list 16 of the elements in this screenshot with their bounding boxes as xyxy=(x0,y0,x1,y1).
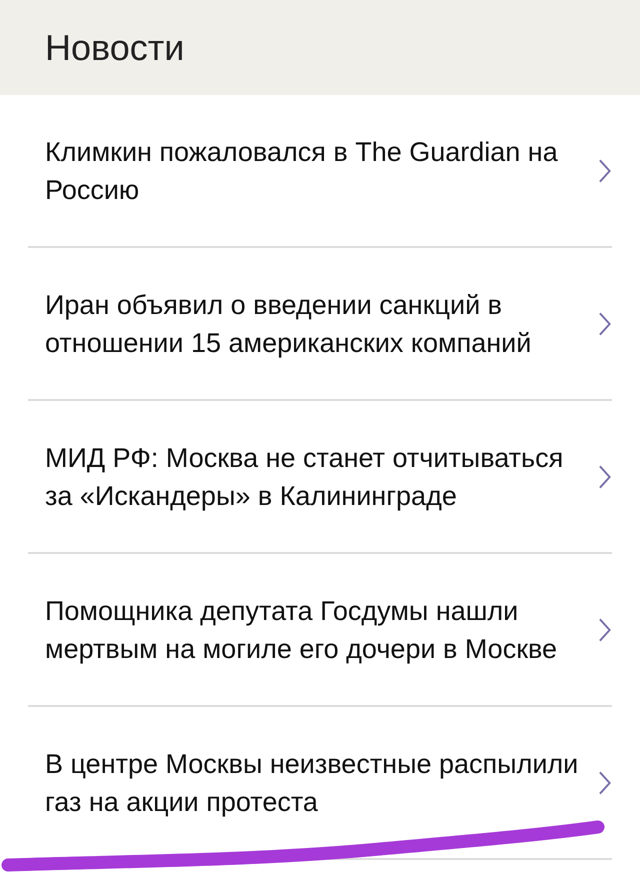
chevron-right-icon xyxy=(598,310,612,336)
news-title: В центре Москвы неизвестные распылили газ на акции протеста xyxy=(45,748,580,819)
chevron-right-icon xyxy=(598,158,612,184)
news-item[interactable]: Иран объявил о введении санкций в отношении 15 американских компаний xyxy=(28,248,612,401)
news-title: Климкин пожаловался в The Guardian на Россию xyxy=(45,136,559,206)
news-item[interactable]: МИД РФ: Москва не станет отчитываться за «Искандеры» в Калининграде xyxy=(28,401,612,554)
news-title: Помощника депутата Госдумы нашли мертвым на могиле его дочери в Москве xyxy=(45,594,558,666)
chevron-right-icon xyxy=(598,770,612,796)
news-item[interactable]: Климкин пожаловался в The Guardian на Россию xyxy=(28,95,612,248)
chevron-right-icon xyxy=(598,616,612,642)
news-title: МИД РФ: Москва не станет отчитываться за «Искандеры» в Калининграде xyxy=(45,442,564,513)
news-item[interactable]: Помощника депутата Госдумы нашли мертвым на могиле его дочери в Москве xyxy=(28,554,612,707)
chevron-right-icon xyxy=(598,464,612,490)
news-item[interactable]: В центре Москвы неизвестные распылили газ на акции протеста xyxy=(28,707,612,860)
news-title: Иран объявил о введении санкций в отношении 15 американских компаний xyxy=(45,288,532,360)
page-title: Новости xyxy=(45,26,184,68)
